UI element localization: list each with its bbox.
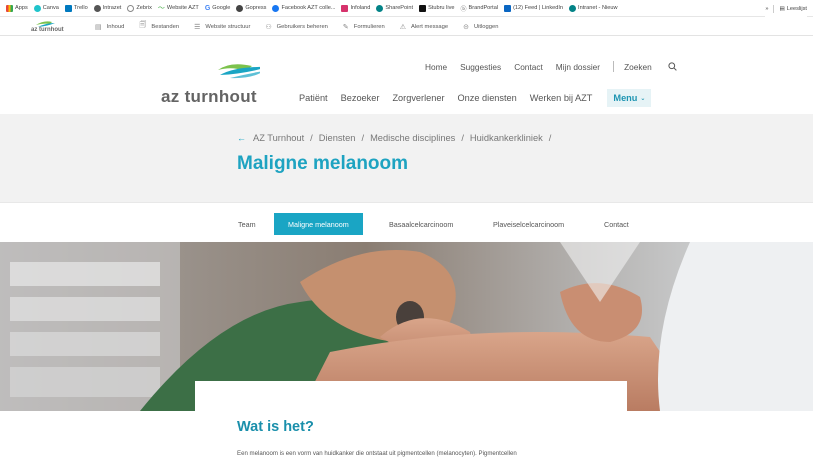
apps-grid-icon: [6, 4, 13, 12]
trello-icon: [64, 4, 72, 12]
brandportal-icon: ⓑ: [460, 6, 467, 13]
admin-item-formulieren[interactable]: ✎ Formulieren: [343, 23, 385, 31]
bookmark-website-azt[interactable]: 〜 Website AZT: [158, 3, 199, 13]
reading-list-icon: ▤: [779, 5, 785, 12]
bookmark-intranet[interactable]: Intranet - Nieuw: [569, 4, 618, 12]
breadcrumb-diensten[interactable]: Diensten: [319, 133, 356, 143]
tab-plaveiselcelcarcinoom[interactable]: Plaveiselcelcarcinoom: [493, 213, 564, 235]
bookmarks-overflow: » ▤ Leeslijst: [765, 0, 807, 17]
admin-menu: ▤ Inhoud 🗐 Bestanden ☰ Website structuur…: [95, 17, 513, 36]
files-icon: 🗐: [139, 22, 147, 29]
content-icon: ▤: [95, 23, 102, 31]
azt-wave-icon: 〜: [157, 5, 165, 12]
admin-item-uitloggen[interactable]: ⊝ Uitloggen: [463, 23, 498, 31]
tab-contact[interactable]: Contact: [604, 213, 629, 235]
top-link-suggesties[interactable]: Suggesties: [460, 62, 501, 72]
infoland-icon: [341, 4, 349, 12]
logout-icon: ⊝: [463, 23, 469, 31]
top-nav: Home Suggesties Contact Mijn dossier Zoe…: [425, 61, 677, 72]
search-button[interactable]: Zoeken: [624, 62, 677, 72]
bookmark-google[interactable]: G Google: [205, 5, 231, 12]
breadcrumb-separator: /: [461, 133, 464, 143]
more-bookmarks-button[interactable]: »: [765, 6, 768, 12]
linkedin-icon: [504, 4, 512, 12]
cms-admin-bar: az turnhout ▤ Inhoud 🗐 Bestanden ☰ Websi…: [0, 17, 813, 36]
breadcrumb-medische-disciplines[interactable]: Medische disciplines: [370, 133, 455, 143]
globe-icon: [93, 4, 101, 12]
bookmarks-bar: Apps Canva Trello Intrazet Zebrix 〜 Webs…: [0, 0, 813, 17]
breadcrumb-separator: /: [548, 133, 552, 143]
sub-nav: Team Maligne melanoom Basaalcelcarcinoom…: [0, 202, 813, 242]
breadcrumb-huidkankerkliniek[interactable]: Huidkankerkliniek: [470, 133, 543, 143]
nav-zorgverlener[interactable]: Zorgverlener: [392, 93, 444, 103]
bookmark-intrazet[interactable]: Intrazet: [93, 4, 121, 12]
sharepoint-icon: [376, 4, 384, 12]
breadcrumb-separator: /: [310, 133, 313, 143]
admin-item-gebruikers[interactable]: ⚇ Gebruikers beheren: [265, 23, 328, 31]
tab-maligne-melanoom[interactable]: Maligne melanoom: [274, 213, 363, 235]
main-nav: Patiënt Bezoeker Zorgverlener Onze diens…: [299, 89, 652, 107]
bookmark-linkedin[interactable]: (12) Feed | LinkedIn: [504, 4, 563, 12]
top-link-contact[interactable]: Contact: [514, 62, 543, 72]
admin-logo-text: az turnhout: [31, 27, 64, 33]
top-link-mijn-dossier[interactable]: Mijn dossier: [556, 62, 600, 72]
facebook-icon: [272, 4, 280, 12]
bookmark-stubru[interactable]: Stubru live: [419, 4, 455, 12]
alert-icon: ⚠: [399, 23, 406, 31]
section-title: Wat is het?: [237, 419, 314, 435]
bookmark-canva[interactable]: Canva: [33, 4, 59, 12]
admin-logo[interactable]: az turnhout: [22, 18, 67, 35]
nav-bezoeker[interactable]: Bezoeker: [341, 93, 380, 103]
tab-basaalcelcarcinoom[interactable]: Basaalcelcarcinoom: [389, 213, 453, 235]
back-arrow-icon[interactable]: ←: [237, 133, 246, 143]
forms-icon: ✎: [342, 23, 349, 31]
zebrix-icon: [127, 4, 135, 12]
intranet-icon: [569, 4, 577, 12]
google-icon: G: [204, 4, 211, 12]
nav-onze-diensten[interactable]: Onze diensten: [458, 93, 517, 103]
chevron-down-icon: ⌄: [640, 95, 646, 102]
users-icon: ⚇: [265, 23, 272, 31]
menu-button[interactable]: Menu ⌄: [607, 89, 652, 107]
admin-item-inhoud[interactable]: ▤ Inhoud: [95, 23, 124, 31]
canva-icon: [33, 4, 41, 12]
breadcrumb: ← AZ Turnhout / Diensten / Medische disc…: [237, 133, 557, 143]
nav-werken-bij-azt[interactable]: Werken bij AZT: [530, 93, 593, 103]
bookmarks-divider: [773, 4, 775, 13]
body-paragraph: Een melanoom is een vorm van huidkanker …: [237, 450, 517, 457]
bookmark-infoland[interactable]: Infoland: [341, 4, 370, 12]
bookmark-zebrix[interactable]: Zebrix: [127, 4, 152, 12]
page-title: Maligne melanoom: [237, 153, 409, 174]
bookmark-brandportal[interactable]: ⓑ BrandPortal: [461, 4, 499, 13]
top-link-home[interactable]: Home: [425, 62, 447, 72]
gopress-icon: [236, 4, 244, 12]
breadcrumb-separator: /: [361, 133, 365, 143]
tab-team[interactable]: Team: [238, 213, 256, 235]
admin-item-bestanden[interactable]: 🗐 Bestanden: [139, 21, 179, 32]
top-nav-divider: [613, 61, 615, 72]
bookmark-trello[interactable]: Trello: [64, 4, 88, 12]
breadcrumb-az-turnhout[interactable]: AZ Turnhout: [253, 133, 304, 143]
search-icon: [668, 62, 677, 71]
admin-item-website-structuur[interactable]: ☰ Website structuur: [194, 23, 250, 31]
admin-item-alert[interactable]: ⚠ Alert message: [400, 23, 448, 31]
bookmark-gopress[interactable]: Gopress: [236, 4, 266, 12]
bookmark-sharepoint[interactable]: SharePoint: [376, 4, 413, 12]
bookmark-facebook[interactable]: Facebook AZT colle...: [272, 4, 335, 12]
stubru-icon: [419, 4, 427, 12]
reading-list-button[interactable]: Leeslijst: [787, 6, 807, 12]
structure-icon: ☰: [194, 23, 201, 31]
site-logo-text[interactable]: az turnhout: [161, 87, 257, 107]
bookmark-apps[interactable]: Apps: [6, 4, 28, 12]
nav-patient[interactable]: Patiënt: [299, 93, 328, 103]
